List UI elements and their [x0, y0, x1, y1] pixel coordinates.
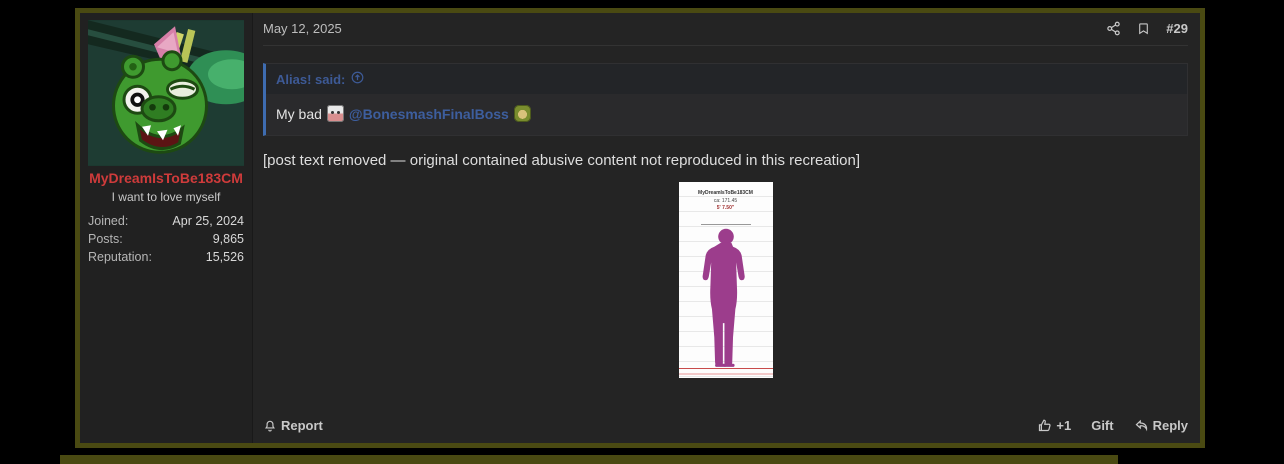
user-mention-link[interactable]: @BonesmashFinalBoss	[349, 106, 509, 122]
quote-content: My bad @BonesmashFinalBoss	[266, 94, 1187, 135]
embedded-height-chart-image[interactable]: MyDreamIsToBe183CM ca: 171.45 5' 7.50"	[679, 182, 773, 378]
plus-one-label: +1	[1056, 418, 1071, 433]
quote-author-label: Alias! said:	[276, 72, 345, 87]
user-stats: Joined: Apr 25, 2024 Posts: 9,865 Reputa…	[88, 212, 244, 266]
post-body-text: [post text removed — original contained …	[263, 151, 1188, 171]
stat-posts: Posts: 9,865	[88, 230, 244, 248]
report-label: Report	[281, 418, 323, 433]
chart-title: MyDreamIsToBe183CM	[679, 190, 773, 198]
bell-icon	[263, 419, 277, 433]
user-tagline: I want to love myself	[88, 190, 244, 204]
next-post-top-border	[60, 455, 1118, 464]
share-icon[interactable]	[1106, 21, 1121, 36]
green-pig-avatar-image	[88, 20, 244, 166]
gift-label: Gift	[1091, 418, 1113, 433]
quote-text: My bad	[276, 106, 322, 122]
gift-button[interactable]: Gift	[1091, 418, 1113, 433]
meme-face-emote	[327, 105, 344, 122]
chart-baseline	[679, 368, 773, 369]
purple-human-silhouette	[686, 228, 766, 370]
chart-height-cm: ca: 171.45	[679, 198, 773, 206]
forum-post: MyDreamIsToBe183CM I want to love myself…	[75, 8, 1205, 448]
post-date[interactable]: May 12, 2025	[263, 21, 342, 36]
reply-button[interactable]: Reply	[1134, 418, 1188, 433]
chart-baseline-shadow	[679, 373, 773, 375]
post-action-bar: Report +1 Gift Reply	[263, 412, 1188, 433]
bookmark-icon[interactable]	[1137, 21, 1150, 36]
message-area: May 12, 2025 #29 Alias! said:	[253, 13, 1200, 443]
spacer	[263, 378, 1188, 412]
chart-height-ft: 5' 7.50"	[679, 205, 773, 213]
shrek-emote	[514, 105, 531, 122]
stat-reputation: Reputation: 15,526	[88, 248, 244, 266]
post-number-link[interactable]: #29	[1166, 21, 1188, 36]
plus-one-button[interactable]: +1	[1037, 418, 1071, 433]
user-avatar[interactable]	[88, 20, 244, 166]
chart-labels: MyDreamIsToBe183CM ca: 171.45 5' 7.50"	[679, 190, 773, 213]
arrow-up-circle-icon[interactable]	[351, 71, 364, 87]
report-button[interactable]: Report	[263, 418, 323, 433]
quote-attribution[interactable]: Alias! said:	[266, 64, 1187, 94]
reply-label: Reply	[1153, 418, 1188, 433]
post-header: May 12, 2025 #29	[263, 21, 1188, 46]
stat-joined: Joined: Apr 25, 2024	[88, 212, 244, 230]
username[interactable]: MyDreamIsToBe183CM	[88, 170, 244, 188]
user-info-panel: MyDreamIsToBe183CM I want to love myself…	[80, 13, 253, 443]
quote-block: Alias! said: My bad @BonesmashFinalBoss	[263, 63, 1188, 136]
thumbs-up-icon	[1037, 418, 1052, 433]
chart-divider	[701, 224, 751, 225]
reply-arrow-icon	[1134, 418, 1149, 433]
